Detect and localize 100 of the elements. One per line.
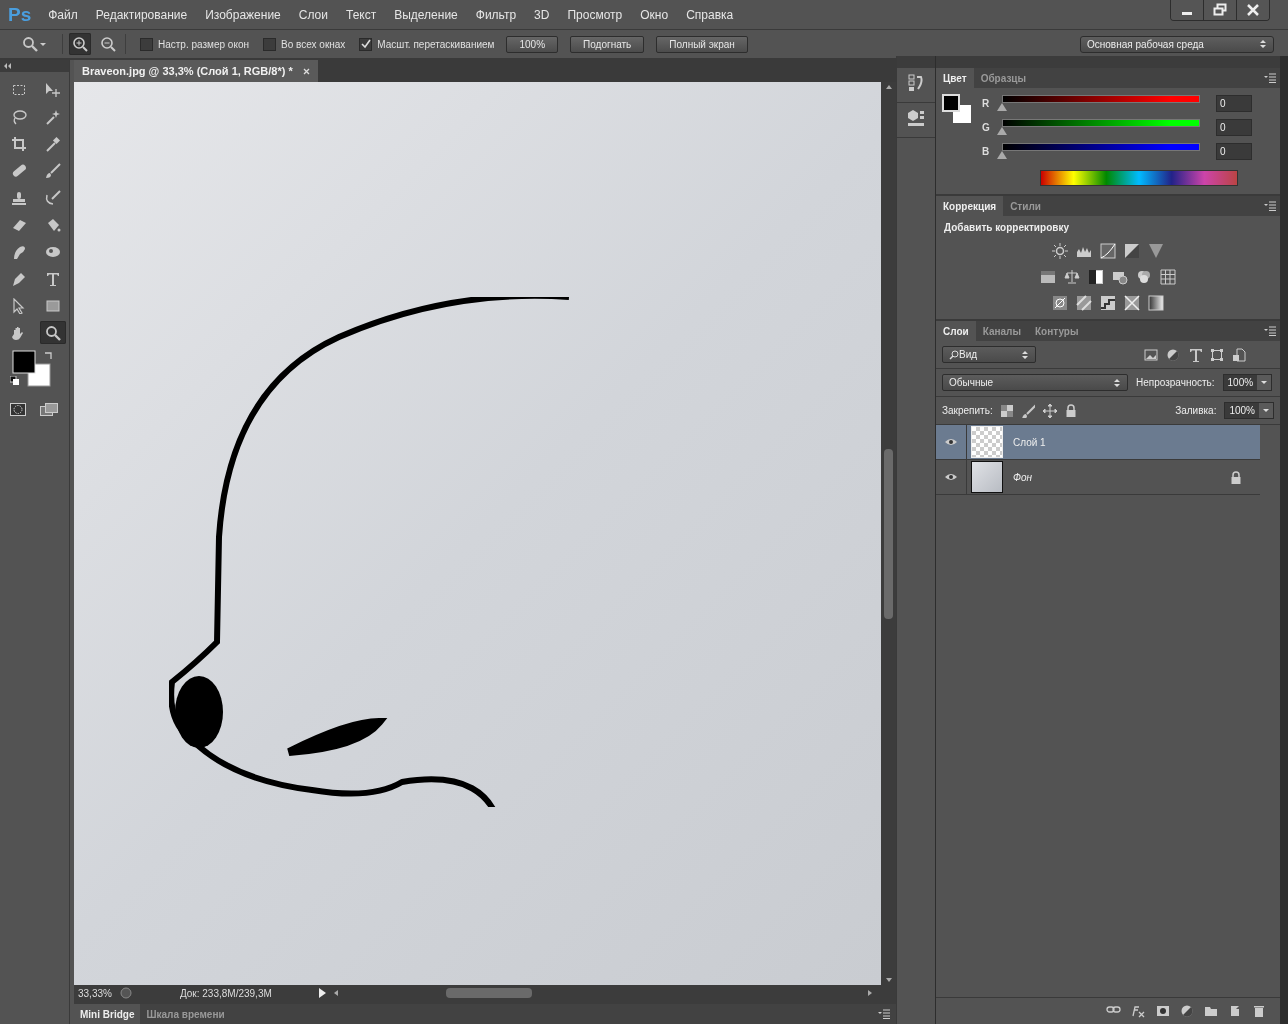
channel-value-field[interactable]: 0: [1216, 118, 1252, 136]
menu-item[interactable]: Изображение: [196, 7, 290, 22]
steps-icon[interactable]: [1100, 295, 1116, 311]
scroll-up-icon[interactable]: [885, 85, 892, 89]
trash-icon[interactable]: [1252, 1004, 1266, 1018]
adjustment-filter-icon[interactable]: [1166, 347, 1180, 362]
slider-thumb-icon[interactable]: [997, 151, 1007, 159]
scroll-down-icon[interactable]: [885, 978, 892, 982]
checkbox[interactable]: [263, 37, 276, 51]
color-swatches-icon[interactable]: [942, 94, 972, 124]
menu-item[interactable]: Окно: [631, 7, 678, 22]
checkbox[interactable]: [140, 37, 153, 51]
brush-icon[interactable]: [1020, 403, 1035, 418]
opacity-field[interactable]: 100%: [1222, 374, 1273, 391]
default-colors-icon[interactable]: [10, 376, 20, 386]
panel-menu-icon[interactable]: [1264, 73, 1276, 83]
triangle-icon[interactable]: [1148, 243, 1164, 259]
menu-item[interactable]: Редактирование: [86, 7, 197, 22]
gradient-square-icon[interactable]: [1148, 295, 1164, 311]
blend-mode-dropdown[interactable]: Обычные: [942, 374, 1128, 391]
workspace-dropdown[interactable]: Основная рабочая среда: [1080, 35, 1274, 53]
panel-tab[interactable]: Каналы: [975, 321, 1028, 341]
scroll-left-icon[interactable]: [333, 990, 338, 996]
menu-item[interactable]: Выделение: [385, 7, 467, 22]
document-tab[interactable]: Braveon.jpg @ 33,3% (Слой 1, RGB/8*) *: [74, 60, 318, 82]
close-icon[interactable]: [1236, 0, 1269, 20]
crossed-circle-icon[interactable]: [1052, 295, 1068, 311]
screen-mode-icon[interactable]: [40, 402, 58, 417]
scroll-right-icon[interactable]: [868, 990, 872, 996]
panel-tab[interactable]: Цвет: [936, 68, 974, 88]
color-swatches-icon[interactable]: [12, 350, 52, 388]
panel-tab[interactable]: Шкала времени: [140, 1004, 231, 1024]
slider-thumb-icon[interactable]: [997, 103, 1007, 111]
checkbox[interactable]: [359, 37, 373, 51]
move-cross-icon[interactable]: [1042, 403, 1057, 418]
lock-all-icon[interactable]: [1064, 404, 1077, 417]
panel-tab[interactable]: Коррекция: [936, 196, 1004, 216]
panel-tab[interactable]: Стили: [1003, 196, 1048, 216]
padlock-icon[interactable]: [1230, 470, 1242, 484]
option-button[interactable]: Полный экран: [656, 35, 748, 53]
swap-arrows-icon[interactable]: [44, 350, 54, 360]
caret-icon[interactable]: [40, 42, 46, 46]
menu-item[interactable]: Текст: [336, 7, 386, 22]
panel-tab[interactable]: Образцы: [973, 68, 1034, 88]
zoom-in-button[interactable]: [69, 33, 91, 55]
mask-icon[interactable]: [1156, 1004, 1170, 1018]
quick-mask-icon[interactable]: [10, 402, 26, 417]
layer-filter-dropdown[interactable]: Вид: [942, 346, 1036, 363]
gradient-bar-icon[interactable]: [1040, 269, 1056, 285]
curves-icon[interactable]: [1100, 243, 1116, 259]
color-spectrum[interactable]: [1040, 170, 1238, 186]
grid-icon[interactable]: [1160, 269, 1176, 285]
shape-filter-icon[interactable]: [1210, 347, 1224, 362]
half-square-icon[interactable]: [1088, 269, 1104, 285]
layer-row[interactable]: Фон: [936, 460, 1260, 495]
option-button[interactable]: 100%: [506, 35, 559, 53]
panel-tab[interactable]: Контуры: [1028, 321, 1086, 341]
play-arrow-icon[interactable]: [317, 988, 326, 998]
collapse-arrows-icon[interactable]: [4, 63, 11, 69]
eye-icon[interactable]: [944, 437, 958, 447]
cube-properties-icon[interactable]: [907, 109, 925, 127]
history-icon[interactable]: [908, 74, 924, 92]
layer-row[interactable]: Слой 1: [936, 425, 1260, 460]
image-filter-icon[interactable]: [1144, 347, 1158, 362]
panel-menu-icon[interactable]: [878, 1009, 890, 1019]
panel-menu-icon[interactable]: [1264, 326, 1276, 336]
magnifier-icon[interactable]: [22, 36, 38, 52]
panel-menu-icon[interactable]: [1264, 201, 1276, 211]
channel-value-field[interactable]: 0: [1216, 142, 1252, 160]
scrollbar-thumb[interactable]: [884, 448, 893, 619]
menu-item[interactable]: Просмотр: [558, 7, 632, 22]
scrollbar-thumb[interactable]: [445, 988, 532, 998]
camera-icon[interactable]: [1112, 269, 1128, 285]
menu-item[interactable]: Слои: [289, 7, 337, 22]
scales-icon[interactable]: [1064, 269, 1080, 285]
checker-lock-icon[interactable]: [1000, 404, 1013, 417]
sun-icon[interactable]: [1052, 243, 1068, 259]
menu-item[interactable]: Фильтр: [466, 7, 526, 22]
zoom-level: 33,33%: [78, 987, 112, 999]
slider-thumb-icon[interactable]: [997, 127, 1007, 135]
circles-icon[interactable]: [1136, 269, 1152, 285]
folder-icon[interactable]: [1204, 1004, 1218, 1018]
menu-item[interactable]: Справка: [677, 7, 743, 22]
option-button[interactable]: Подогнать: [570, 35, 645, 53]
link-icon[interactable]: [1106, 1004, 1121, 1015]
diagonal-stripes-icon[interactable]: [1076, 295, 1092, 311]
adjustment-layer-icon[interactable]: [1180, 1004, 1194, 1018]
x-square-icon[interactable]: [1124, 295, 1140, 311]
new-layer-icon[interactable]: [1228, 1004, 1242, 1018]
channel-value-field[interactable]: 0: [1216, 94, 1252, 112]
layer-style-icon[interactable]: [1131, 1004, 1146, 1018]
menu-item[interactable]: 3D: [525, 7, 559, 22]
panel-tab[interactable]: Слои: [936, 321, 976, 341]
panel-tab[interactable]: Mini Bridge: [74, 1004, 141, 1024]
menu-item[interactable]: Файл: [39, 7, 87, 22]
fill-field[interactable]: 100%: [1224, 402, 1274, 419]
eye-icon[interactable]: [944, 472, 958, 482]
smart-object-filter-icon[interactable]: [1232, 347, 1246, 362]
type-filter-icon[interactable]: [1188, 346, 1202, 363]
tool-button[interactable]: [40, 321, 66, 344]
